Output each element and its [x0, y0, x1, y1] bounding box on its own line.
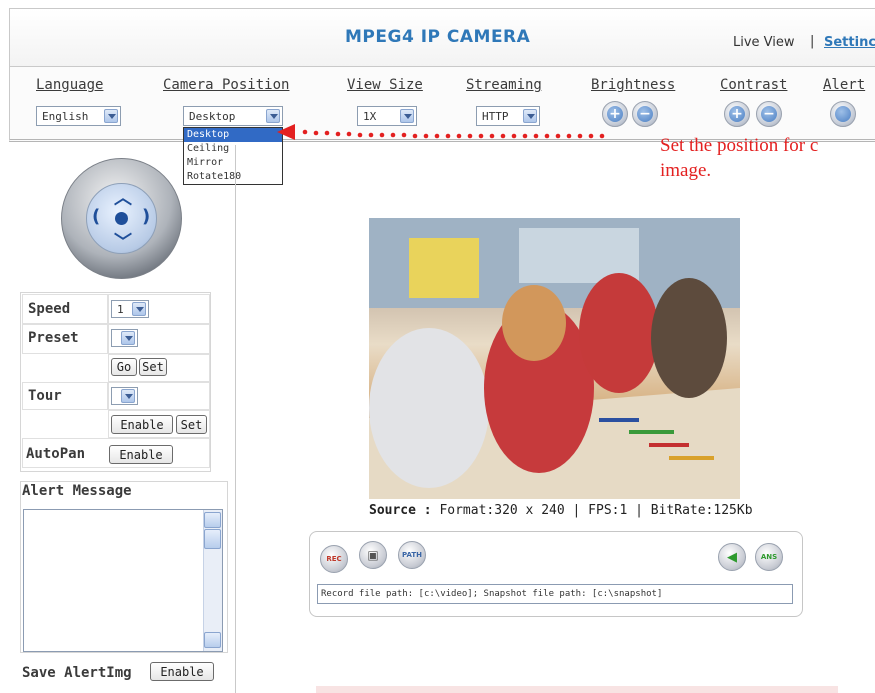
plus-icon: +: [729, 106, 745, 122]
tour-label: Tour: [28, 388, 62, 404]
tour-select[interactable]: [111, 387, 138, 405]
chevron-down-icon: [266, 109, 280, 123]
minus-icon: −: [761, 106, 777, 122]
chevron-down-icon: [523, 109, 537, 123]
snapshot-button[interactable]: ▣: [359, 541, 387, 569]
plus-icon: +: [607, 106, 623, 122]
contrast-label: Contrast: [720, 77, 788, 93]
pan-left-icon[interactable]: (: [92, 206, 100, 227]
speaker-icon: ◀: [727, 549, 737, 565]
audio-button[interactable]: ◀: [718, 543, 746, 571]
pan-right-icon[interactable]: ): [142, 206, 150, 227]
view-size-label: View Size: [347, 77, 423, 93]
chevron-down-icon: [121, 389, 135, 403]
child-center-head: [502, 285, 566, 361]
save-alert-image-enable-button[interactable]: Enable: [150, 662, 214, 681]
record-icon: REC: [326, 555, 342, 563]
child-right: [651, 278, 727, 398]
child-back: [579, 273, 659, 393]
chevron-down-icon: [400, 109, 414, 123]
wall-poster: [409, 238, 479, 298]
scroll-down-icon[interactable]: [204, 632, 221, 648]
ptz-home-icon[interactable]: [115, 212, 128, 225]
dotted-line: [302, 129, 605, 139]
contrast-decrease-button[interactable]: −: [756, 101, 782, 127]
folder-path-icon: PATH: [402, 551, 422, 559]
autopan-label: AutoPan: [26, 446, 86, 462]
alert-icon: [835, 106, 851, 122]
annotation-text: Set the position for c image.: [660, 133, 818, 183]
camera-position-select-value: Desktop: [189, 109, 236, 123]
child-left: [369, 328, 489, 488]
scroll-thumb[interactable]: [204, 529, 221, 549]
stream-source-info: Source : Format:320 x 240 | FPS:1 | BitR…: [369, 503, 753, 518]
alert-button[interactable]: [830, 101, 856, 127]
alert-scrollbar[interactable]: [203, 510, 222, 651]
streaming-label: Streaming: [466, 77, 542, 93]
minus-icon: −: [637, 106, 653, 122]
source-label: Source :: [369, 503, 432, 518]
pan-up-icon[interactable]: ︿: [114, 184, 132, 210]
language-select[interactable]: English: [36, 106, 121, 126]
brightness-decrease-button[interactable]: −: [632, 101, 658, 127]
streaming-select-value: HTTP: [482, 109, 509, 123]
scroll-up-icon[interactable]: [204, 512, 221, 528]
brightness-label: Brightness: [591, 77, 676, 93]
bottom-strip: [316, 686, 838, 693]
record-button[interactable]: REC: [320, 545, 348, 573]
chevron-down-icon: [104, 109, 118, 123]
speed-label: Speed: [28, 301, 71, 317]
settings-link[interactable]: Settinc: [824, 35, 875, 50]
live-video-feed: [369, 218, 740, 499]
speed-select[interactable]: 1: [111, 300, 149, 318]
tour-set-button[interactable]: Set: [176, 415, 207, 434]
ans-icon: ANS: [760, 553, 778, 561]
alert-message-textarea[interactable]: [23, 509, 223, 652]
live-view-link[interactable]: Live View: [733, 35, 795, 50]
preset-set-button[interactable]: Set: [139, 358, 167, 376]
language-select-value: English: [42, 109, 89, 123]
annotation-line-2: image.: [660, 160, 712, 181]
camera-position-select[interactable]: Desktop: [183, 106, 283, 126]
preset-label: Preset: [28, 330, 79, 346]
dropdown-option-desktop[interactable]: Desktop: [184, 128, 282, 142]
pan-down-icon[interactable]: ﹀: [114, 228, 132, 254]
view-size-select-value: 1X: [363, 109, 377, 123]
contrast-increase-button[interactable]: +: [724, 101, 750, 127]
app-title: MPEG4 IP CAMERA: [345, 27, 531, 47]
preset-go-button[interactable]: Go: [111, 358, 137, 376]
preset-select[interactable]: [111, 329, 138, 347]
alert-message-title: Alert Message: [22, 483, 132, 499]
path-button[interactable]: PATH: [398, 541, 426, 569]
annotation-arrow: [277, 124, 605, 140]
speed-select-value: 1: [117, 302, 124, 316]
save-alert-image-label: Save AlertImg: [22, 665, 132, 681]
file-path-display: Record file path: [c:\video]; Snapshot f…: [317, 584, 793, 604]
video-scene: [369, 218, 740, 499]
chevron-down-icon: [121, 331, 135, 345]
source-details: Format:320 x 240 | FPS:1 | BitRate:125Kb: [439, 503, 753, 518]
camera-position-label: Camera Position: [163, 77, 290, 93]
chevron-down-icon: [132, 302, 146, 316]
annotation-line-1: Set the position for c: [660, 135, 819, 156]
autopan-enable-button[interactable]: Enable: [109, 445, 173, 464]
language-label: Language: [36, 77, 104, 93]
ans-button[interactable]: ANS: [755, 543, 783, 571]
alert-label: Alert: [823, 77, 866, 93]
nav-separator: |: [810, 34, 815, 49]
tour-enable-button[interactable]: Enable: [111, 415, 173, 434]
camera-icon: ▣: [367, 548, 379, 562]
arrow-head: [277, 124, 295, 140]
